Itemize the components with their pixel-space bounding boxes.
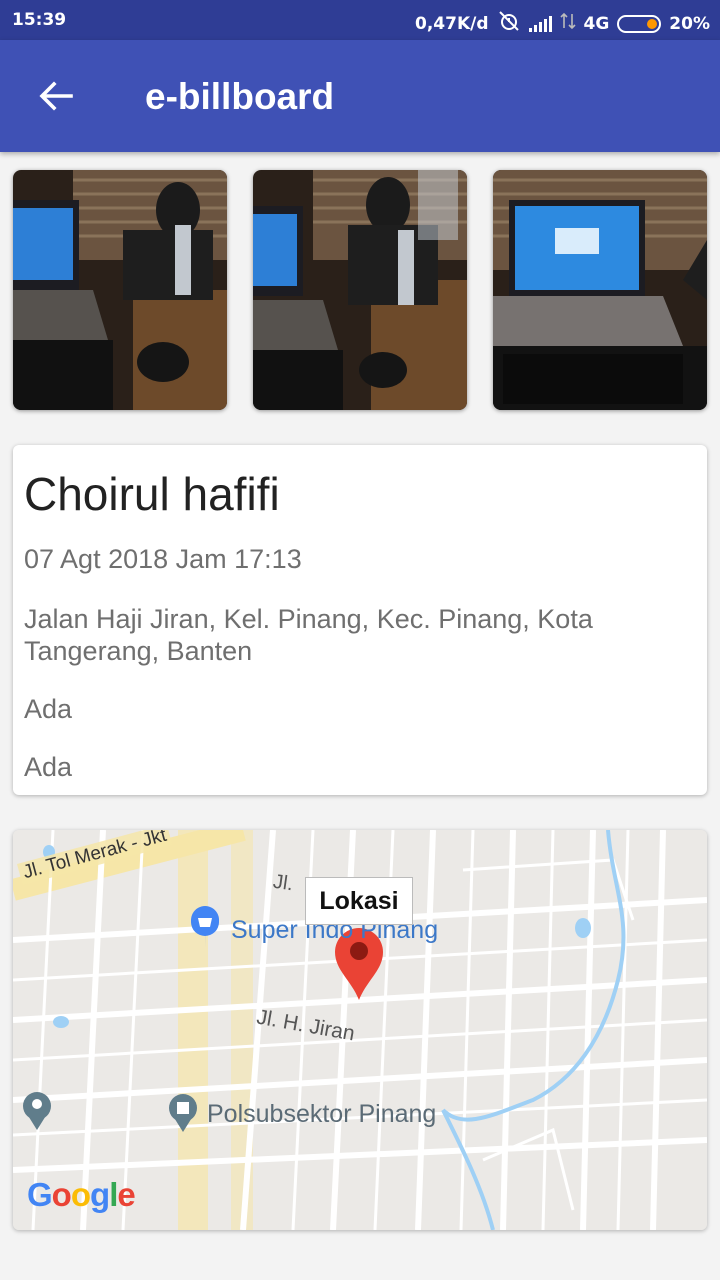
reporter-name: Choirul hafifi	[24, 468, 280, 520]
map-label-street-top: Jl.	[271, 870, 295, 896]
data-arrows-icon	[559, 12, 576, 35]
alarm-off-icon	[497, 10, 521, 37]
page-title: e-billboard	[145, 76, 335, 117]
net-speed: 0,47K/d	[415, 13, 489, 34]
photo-thumbnail-1[interactable]	[13, 170, 227, 410]
google-logo: Google	[27, 1176, 136, 1213]
battery-level: 20%	[669, 13, 710, 34]
marker-info-window[interactable]: Lokasi	[305, 877, 413, 925]
detail-card: Choirul hafifi 07 Agt 2018 Jam 17:13 Jal…	[13, 445, 707, 795]
status-time: 15:39	[12, 10, 67, 30]
status-right: 0,47K/d 4G 20%	[415, 10, 710, 37]
signal-icon	[528, 15, 552, 32]
map-label-poi-police: Polsubsektor Pinang	[207, 1100, 437, 1128]
location-map[interactable]: Jl. Tol Merak - Jkt Jl. Super Indo Pinan…	[13, 830, 707, 1230]
app-bar: e-billboard	[0, 40, 720, 152]
photo-thumbnail-2[interactable]	[253, 170, 467, 410]
network-type: 4G	[583, 13, 610, 34]
photo-thumbnail-3[interactable]	[493, 170, 707, 410]
battery-icon	[617, 14, 662, 33]
report-field-1: Ada	[24, 694, 73, 724]
arrow-left-icon	[39, 81, 73, 111]
report-field-2: Ada	[24, 752, 73, 782]
back-button[interactable]	[28, 68, 84, 124]
report-address: Jalan Haji Jiran, Kel. Pinang, Kec. Pina…	[24, 604, 593, 666]
status-bar: 15:39 0,47K/d 4G 20%	[0, 0, 720, 40]
report-datetime: 07 Agt 2018 Jam 17:13	[24, 544, 302, 574]
